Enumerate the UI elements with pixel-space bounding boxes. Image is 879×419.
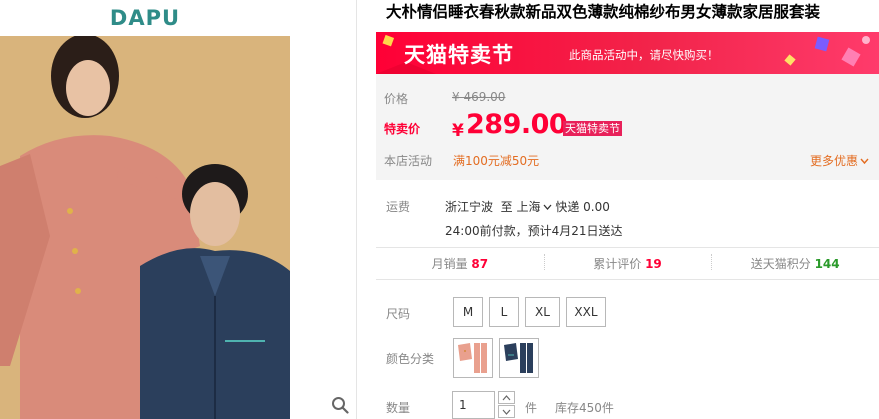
stat-value: 87 <box>471 257 489 271</box>
quantity-increase-button[interactable] <box>498 391 515 404</box>
more-offers-link[interactable]: 更多优惠 <box>810 152 869 169</box>
sale-price: 289.00 <box>466 109 568 140</box>
stat-label: 累计评价 <box>593 257 642 271</box>
price-label: 价格 <box>384 92 409 106</box>
product-detail-panel: 大朴情侣睡衣春秋款新品双色薄款纯棉纱布男女薄款家居服套装 天猫特卖节 此商品活动… <box>376 0 879 419</box>
price-box: 价格 ¥ 469.00 特卖价 ¥ 289.00 天猫特卖节 本店活动 满100… <box>376 74 879 180</box>
couple-pajama-photo <box>0 36 290 419</box>
promo-price-label: 特卖价 <box>384 122 421 136</box>
chevron-up-icon <box>502 394 511 400</box>
image-gallery: DAPU <box>0 0 357 419</box>
stat-reviews[interactable]: 累计评价 19 <box>543 254 712 272</box>
zoom-icon[interactable] <box>331 396 349 414</box>
stat-value: 19 <box>645 257 662 271</box>
shipping-eta: 24:00前付款，预计4月21日送达 <box>445 224 623 238</box>
pink-pajama-thumbnail <box>458 343 487 373</box>
size-option-xxl[interactable]: XXL <box>566 297 606 327</box>
stat-monthly-sales: 月销量 87 <box>376 255 544 272</box>
more-offers-label: 更多优惠 <box>809 154 858 168</box>
promo-banner: 天猫特卖节 此商品活动中，请尽快购买！ <box>376 32 879 74</box>
color-option-navy[interactable] <box>499 338 539 378</box>
size-label: 尺码 <box>386 307 411 321</box>
quantity-label: 数量 <box>386 401 411 415</box>
stat-label: 送天猫积分 <box>750 257 811 271</box>
quantity-unit: 件 <box>525 401 538 415</box>
shipping-destination: 上海 <box>516 200 541 214</box>
size-option-l[interactable]: L <box>489 297 519 327</box>
sales-stats-bar: 月销量 87 累计评价 19 送天猫积分 144 <box>376 247 879 280</box>
banner-title: 天猫特卖节 <box>404 43 514 67</box>
product-title: 大朴情侣睡衣春秋款新品双色薄款纯棉纱布男女薄款家居服套装 <box>386 3 821 21</box>
shipping-method: 快递 0.00 <box>555 200 610 214</box>
color-label: 颜色分类 <box>386 352 435 366</box>
sale-event-tag: 天猫特卖节 <box>563 121 622 136</box>
navy-pajama-thumbnail <box>504 343 533 373</box>
chevron-down-icon <box>502 409 511 415</box>
size-option-xl[interactable]: XL <box>525 297 560 327</box>
destination-selector[interactable]: 上海 <box>517 200 552 214</box>
activity-label: 本店活动 <box>384 154 433 168</box>
chevron-down-icon <box>860 158 869 165</box>
shipping-route: 浙江宁波 至 上海 快递 0.00 <box>445 198 610 215</box>
store-activity: 满100元减50元 <box>453 154 540 168</box>
stat-points: 送天猫积分 144 <box>711 254 879 272</box>
main-product-photo[interactable] <box>0 36 290 419</box>
currency-symbol: ¥ <box>452 121 464 141</box>
chevron-down-icon <box>543 204 552 210</box>
quantity-decrease-button[interactable] <box>498 405 515 418</box>
brand-logo: DAPU <box>0 0 290 36</box>
stat-value: 144 <box>814 257 840 271</box>
shipping-to: 至 <box>500 200 513 214</box>
quantity-input[interactable] <box>452 391 495 419</box>
shipping-origin: 浙江宁波 <box>445 200 494 214</box>
shipping-label: 运费 <box>386 200 411 214</box>
stat-label: 月销量 <box>431 257 468 271</box>
size-option-m[interactable]: M <box>453 297 483 327</box>
product-page: DAPU 大朴情侣睡衣春秋款新品双色薄款纯棉纱布男女薄款家居服套装 天猫特卖节 … <box>0 0 879 419</box>
stock-count: 库存450件 <box>555 401 614 415</box>
color-option-pink[interactable] <box>453 338 493 378</box>
brand-logo-text: DAPU <box>109 6 181 30</box>
banner-subtitle: 此商品活动中，请尽快购买！ <box>569 48 719 62</box>
original-price: ¥ 469.00 <box>452 90 506 104</box>
